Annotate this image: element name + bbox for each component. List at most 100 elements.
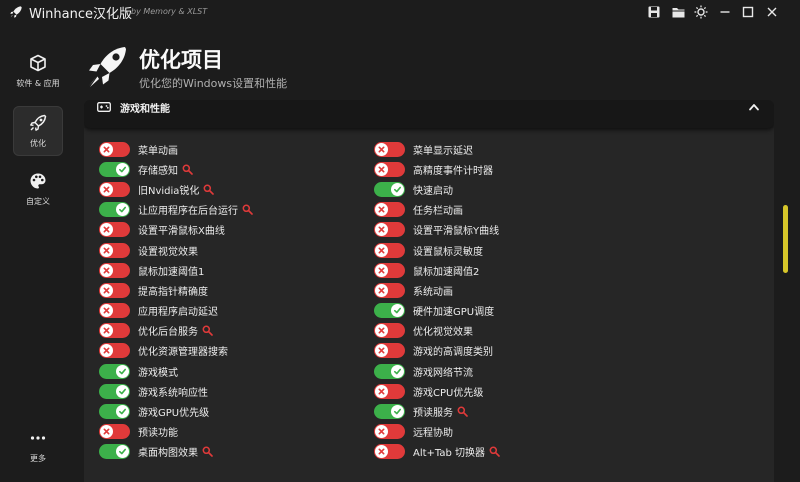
section-header[interactable]: 游戏和性能 (84, 100, 774, 128)
setting-toggle[interactable] (99, 282, 130, 298)
check-icon (393, 307, 402, 314)
nav-more[interactable]: 更多 (13, 422, 63, 472)
setting-label: 高精度事件计时器 (413, 165, 493, 177)
setting-toggle[interactable] (99, 181, 130, 197)
sun-icon (694, 5, 708, 19)
save-button[interactable] (646, 4, 662, 20)
search-indexed-icon (242, 204, 253, 215)
settings-column-right: 菜单显示延迟 高精度事件计时器 快速启动 任务栏动画 设置平滑鼠标Y曲线 设置鼠标灵敏度鼠… (374, 139, 644, 462)
toggle-knob (375, 384, 388, 398)
rocket-icon (30, 114, 47, 131)
toggle-knob (375, 223, 388, 237)
toggle-knob (116, 203, 129, 217)
setting-toggle[interactable] (99, 161, 130, 177)
setting-toggle[interactable] (99, 262, 130, 278)
setting-label: 预读功能 (138, 428, 178, 440)
setting-label: 设置平滑鼠标X曲线 (138, 226, 225, 238)
theme-toggle-button[interactable] (693, 4, 709, 20)
chevron-up-icon[interactable] (748, 102, 760, 112)
setting-toggle[interactable] (99, 323, 130, 339)
search-indexed-icon (489, 446, 500, 458)
setting-toggle[interactable] (99, 202, 130, 218)
setting-toggle[interactable] (374, 282, 405, 298)
setting-label: 鼠标加速阈值2 (413, 266, 480, 278)
setting-toggle[interactable] (374, 383, 405, 399)
nav-software-apps[interactable]: 软件 & 应用 (13, 47, 63, 97)
minimize-button[interactable] (717, 4, 733, 20)
setting-toggle[interactable] (374, 242, 405, 258)
settings-panel: 游戏和性能 菜单动画 存储感知 旧Nvidia锐化 让应用程序在后台运行 设置平滑鼠标X… (84, 100, 774, 482)
setting-label: 优化视觉效果 (413, 327, 473, 339)
setting-label: 设置鼠标灵敏度 (413, 246, 483, 258)
setting-toggle[interactable] (374, 141, 405, 157)
setting-label: 菜单显示延迟 (413, 145, 473, 157)
setting-toggle[interactable] (99, 424, 130, 440)
setting-toggle[interactable] (374, 222, 405, 238)
setting-toggle[interactable] (374, 202, 405, 218)
setting-toggle[interactable] (374, 323, 405, 339)
x-icon (103, 146, 110, 153)
setting-toggle[interactable] (99, 141, 130, 157)
setting-toggle[interactable] (374, 262, 405, 278)
setting-toggle[interactable] (99, 222, 130, 238)
maximize-icon (742, 6, 754, 18)
palette-icon (30, 173, 46, 189)
close-button[interactable] (764, 4, 780, 20)
setting-row: 预读功能 (99, 422, 369, 442)
minimize-icon (720, 11, 730, 13)
x-icon (103, 347, 110, 354)
folder-icon (672, 7, 684, 17)
toggle-knob (116, 384, 129, 398)
setting-label: 鼠标加速阈值1 (138, 266, 205, 278)
toggle-knob (375, 263, 388, 277)
open-folder-button[interactable] (670, 4, 686, 20)
setting-row: 优化后台服务 (99, 321, 369, 341)
check-icon (393, 408, 402, 415)
x-icon (378, 428, 385, 435)
setting-toggle[interactable] (99, 343, 130, 359)
setting-toggle[interactable] (99, 363, 130, 379)
x-icon (103, 307, 110, 314)
setting-row: 预读服务 (374, 401, 644, 421)
setting-toggle[interactable] (374, 444, 405, 460)
setting-toggle[interactable] (374, 181, 405, 197)
check-icon (118, 449, 127, 455)
setting-row: 系统动画 (374, 280, 644, 300)
setting-label: 游戏系统响应性 (138, 387, 208, 399)
rocket-header-icon (89, 47, 126, 87)
search-indexed-icon (202, 446, 213, 458)
setting-toggle[interactable] (99, 383, 130, 399)
setting-row: 任务栏动画 (374, 200, 644, 220)
setting-toggle[interactable] (99, 444, 130, 460)
setting-toggle[interactable] (99, 242, 130, 258)
setting-toggle[interactable] (99, 404, 130, 420)
toggle-knob (100, 344, 113, 358)
nav-optimize[interactable]: 优化 (13, 106, 63, 156)
nav-label: 更多 (30, 454, 46, 463)
setting-toggle[interactable] (374, 363, 405, 379)
setting-label: Alt+Tab 切换器 (413, 448, 486, 460)
scrollbar-thumb[interactable] (783, 205, 788, 273)
setting-toggle[interactable] (99, 303, 130, 319)
setting-toggle[interactable] (374, 303, 405, 319)
setting-row: 存储感知 (99, 159, 369, 179)
setting-label: 任务栏动画 (413, 206, 463, 218)
setting-toggle[interactable] (374, 424, 405, 440)
setting-label: 硬件加速GPU调度 (413, 307, 495, 319)
setting-label: 游戏网络节流 (413, 367, 473, 379)
setting-label: 提高指针精确度 (138, 286, 208, 298)
setting-toggle[interactable] (374, 161, 405, 177)
x-icon (378, 327, 385, 334)
maximize-button[interactable] (740, 4, 756, 20)
setting-label: 快速启动 (413, 185, 453, 197)
toggle-knob (100, 324, 113, 338)
toggle-knob (375, 445, 388, 459)
setting-toggle[interactable] (374, 404, 405, 420)
setting-row: 设置平滑鼠标X曲线 (99, 220, 369, 240)
toggle-knob (391, 304, 404, 318)
nav-label: 自定义 (26, 197, 50, 206)
nav-customize[interactable]: 自定义 (13, 165, 63, 215)
setting-toggle[interactable] (374, 343, 405, 359)
x-icon (103, 226, 110, 233)
toggle-knob (116, 364, 129, 378)
